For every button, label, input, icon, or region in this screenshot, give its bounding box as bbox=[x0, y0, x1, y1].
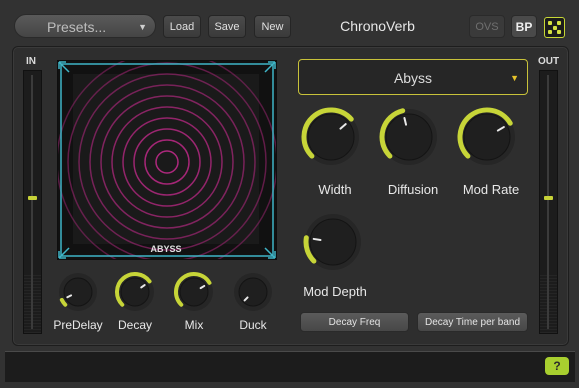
predelay-knob[interactable] bbox=[56, 270, 100, 314]
diffusion-knob[interactable] bbox=[378, 106, 440, 168]
save-button[interactable]: Save bbox=[208, 15, 246, 38]
input-level-meter bbox=[23, 70, 42, 334]
ovs-button[interactable]: OVS bbox=[469, 15, 505, 38]
chevron-down-icon: ▼ bbox=[510, 73, 519, 83]
mod-depth-knob[interactable] bbox=[302, 211, 364, 273]
bp-button[interactable]: BP bbox=[511, 15, 537, 38]
mix-knob[interactable] bbox=[172, 270, 216, 314]
chevron-down-icon: ▼ bbox=[138, 22, 147, 32]
width-label: Width bbox=[318, 182, 352, 197]
new-button[interactable]: New bbox=[254, 15, 291, 38]
presets-dropdown[interactable]: Presets... ▼ bbox=[14, 14, 156, 38]
duck-knob[interactable] bbox=[231, 270, 275, 314]
mod-rate-label: Mod Rate bbox=[462, 182, 520, 197]
decay-time-per-band-button[interactable]: Decay Time per band bbox=[417, 312, 528, 332]
presets-label: Presets... bbox=[47, 19, 107, 35]
knob-pointer bbox=[312, 237, 322, 242]
output-level-meter bbox=[539, 70, 558, 334]
algorithm-dropdown[interactable]: Abyss ▼ bbox=[298, 59, 528, 95]
input-gain-slider-handle[interactable] bbox=[28, 195, 37, 200]
plugin-title: ChronoVerb bbox=[340, 18, 415, 34]
mod-rate-knob[interactable] bbox=[456, 106, 518, 168]
load-button[interactable]: Load bbox=[163, 15, 201, 38]
decay-knob[interactable] bbox=[113, 270, 157, 314]
mod-depth-label: Mod Depth bbox=[303, 284, 367, 299]
algorithm-selected: Abyss bbox=[393, 70, 433, 86]
output-gain-slider-handle[interactable] bbox=[544, 195, 553, 200]
diffusion-label: Diffusion bbox=[387, 182, 439, 197]
reverb-visual-display[interactable] bbox=[57, 60, 277, 260]
width-knob[interactable] bbox=[300, 106, 362, 168]
footer-bar bbox=[5, 351, 575, 382]
in-meter-label: IN bbox=[26, 56, 36, 67]
decay-freq-button[interactable]: Decay Freq bbox=[300, 312, 409, 332]
duck-label: Duck bbox=[239, 318, 267, 332]
out-meter-label: OUT bbox=[538, 56, 560, 67]
randomize-dice-icon[interactable] bbox=[544, 17, 565, 38]
help-button[interactable]: ? bbox=[545, 357, 569, 375]
